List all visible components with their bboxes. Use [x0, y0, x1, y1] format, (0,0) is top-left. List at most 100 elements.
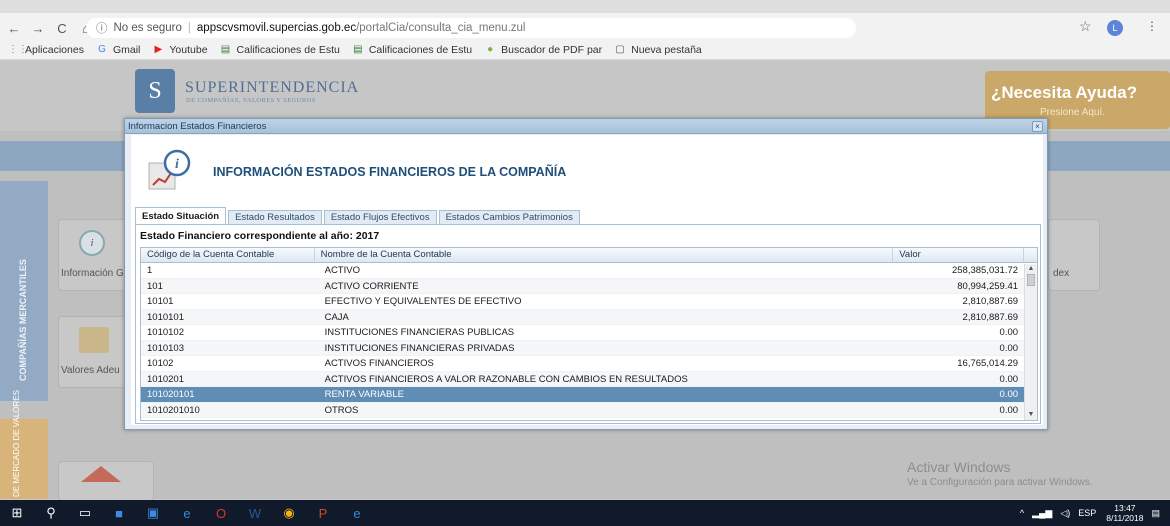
table-row[interactable]: 10102 ACTIVOS FINANCIEROS 16,765,014.29	[141, 356, 1037, 372]
cell-value: 2,810,887.69	[962, 296, 1019, 307]
bookmark-item[interactable]: ▢ Nueva pestaña	[614, 44, 701, 56]
opera-icon[interactable]: O	[204, 500, 238, 526]
dialog-title: Informacion Estados Financieros	[128, 121, 267, 132]
logo-icon[interactable]: S	[135, 69, 175, 113]
chrome-icon[interactable]: ◉	[272, 500, 306, 526]
scroll-down-icon[interactable]: ▼	[1025, 410, 1037, 420]
sidebar-tab-mercado[interactable]: DE MERCADO DE VALORES	[0, 390, 48, 499]
powerpoint-icon[interactable]: P	[306, 500, 340, 526]
bookmark-item[interactable]: ▤ Calificaciones de Estu	[220, 44, 340, 56]
bookmark-label: Calificaciones de Estu	[236, 43, 340, 56]
table-row[interactable]: 10101 EFECTIVO Y EQUIVALENTES DE EFECTIVO…	[141, 294, 1037, 310]
forward-icon[interactable]: →	[28, 18, 48, 38]
bookmark-item[interactable]: ⋮⋮ Aplicaciones	[8, 44, 84, 56]
cell-code: 101	[147, 280, 163, 292]
table-row[interactable]: 1010201010 OTROS 0.00	[141, 402, 1037, 418]
grid-header: Código de la Cuenta Contable Nombre de l…	[141, 248, 1037, 263]
cell-value: 0.00	[999, 342, 1019, 354]
clock-time: 13:47	[1114, 503, 1136, 513]
edge-icon[interactable]: e	[170, 500, 204, 526]
tab-panel: Estado Financiero correspondiente al año…	[135, 224, 1041, 424]
cell-name: INSTITUCIONES FINANCIERAS PRIVADAS	[324, 342, 515, 354]
tray-arrow-icon[interactable]: ^	[1020, 508, 1024, 518]
svg-text:i: i	[175, 157, 179, 172]
table-row[interactable]: 101020101 RENTA VARIABLE 0.00	[141, 387, 1037, 403]
clock-date: 8/11/2018	[1106, 513, 1144, 523]
close-icon[interactable]: ×	[1032, 121, 1043, 132]
clock[interactable]: 13:47 8/11/2018	[1106, 503, 1143, 523]
table-row[interactable]: 1010103 INSTITUCIONES FINANCIERAS PRIVADA…	[141, 340, 1037, 356]
cell-code: 101020101	[147, 389, 195, 400]
card1-label: Información G	[61, 268, 124, 279]
table-row[interactable]: 1010101 CAJA 2,810,887.69	[141, 309, 1037, 325]
cell-code: 1010101	[147, 311, 184, 323]
cell-value: 16,765,014.29	[957, 358, 1019, 369]
tab-estado-flujos-efectivos[interactable]: Estado Flujos Efectivos	[323, 210, 437, 225]
apps-grid-icon: ⋮⋮	[8, 43, 28, 55]
back-icon[interactable]: ←	[4, 18, 24, 38]
cell-name: RENTA VARIABLE	[324, 389, 404, 400]
cell-name: OTROS	[324, 404, 359, 416]
browser-menu-icon[interactable]: ⋮	[1146, 19, 1158, 33]
bookmark-item[interactable]: ▤ Calificaciones de Estu	[352, 44, 472, 56]
cell-value: 0.00	[999, 389, 1019, 400]
address-bar[interactable]: ⓘ No es seguro | appscvsmovil.supercias.…	[86, 18, 856, 38]
table-row[interactable]: 1 ACTIVO 258,385,031.72	[141, 263, 1037, 279]
column-header-name[interactable]: Nombre de la Cuenta Contable	[315, 248, 894, 262]
site-icon: ▤	[353, 43, 363, 55]
profile-avatar[interactable]: L	[1107, 20, 1123, 36]
bookmark-star-icon[interactable]: ☆	[1079, 18, 1092, 35]
store-icon[interactable]: ▣	[136, 500, 170, 526]
ie-icon[interactable]: e	[340, 500, 374, 526]
column-header-value[interactable]: Valor	[893, 248, 1025, 262]
table-row[interactable]: 101 ACTIVO CORRIENTE 80,994,259.41	[141, 278, 1037, 294]
windows-activation-notice: Activar Windows Ve a Configuración para …	[907, 459, 1093, 488]
dialog-heading: INFORMACIÓN ESTADOS FINANCIEROS DE LA CO…	[213, 165, 567, 179]
task-view-icon[interactable]: ▭	[68, 500, 102, 526]
url-separator: |	[187, 22, 191, 34]
cell-name: INSTITUCIONES FINANCIERAS PUBLICAS	[324, 327, 515, 338]
bookmark-item[interactable]: ● Buscador de PDF par	[484, 44, 602, 56]
file-explorer-icon[interactable]: ■	[102, 500, 136, 526]
bookmark-item[interactable]: G Gmail	[96, 44, 140, 56]
bookmark-item[interactable]: ▶ Youtube	[152, 43, 208, 56]
reload-icon[interactable]: C	[52, 18, 72, 38]
youtube-icon: ▶	[154, 43, 163, 55]
card-index[interactable]: dex	[1048, 219, 1100, 291]
network-icon[interactable]: ▂▄▆	[1032, 508, 1052, 519]
card-home[interactable]	[58, 461, 154, 501]
cell-code: 1010201	[147, 373, 184, 385]
cell-code: 1	[147, 265, 153, 276]
activate-title: Activar Windows	[907, 459, 1011, 475]
windows-taskbar: ⊞ ⚲ ▭ ■ ▣ e O W ◉ P e ^ ▂▄▆ ◁) ESP 13:47…	[0, 500, 1170, 526]
bookmark-label: Youtube	[169, 43, 208, 56]
dialog-titlebar[interactable]: Informacion Estados Financieros ×	[125, 119, 1047, 134]
site-icon: ▤	[220, 43, 231, 55]
financial-info-dialog: Informacion Estados Financieros × i INFO…	[124, 118, 1048, 430]
cell-name: ACTIVOS FINANCIEROS	[324, 358, 434, 369]
sidebar-tab-companias[interactable]: COMPAÑÍAS MERCANTILES	[0, 181, 48, 401]
table-row[interactable]: 1010201 ACTIVOS FINANCIEROS A VALOR RAZON…	[141, 371, 1037, 387]
cell-name: EFECTIVO Y EQUIVALENTES DE EFECTIVO	[324, 296, 522, 307]
url-path: /portalCia/consulta_cia_menu.zul	[356, 22, 526, 34]
notification-icon[interactable]: ▤	[1151, 508, 1160, 519]
scroll-up-icon[interactable]: ▲	[1025, 264, 1037, 274]
bookmark-label: Aplicaciones	[25, 43, 84, 56]
language-indicator[interactable]: ESP	[1078, 508, 1096, 518]
volume-icon[interactable]: ◁)	[1060, 508, 1070, 519]
scroll-thumb[interactable]	[1027, 274, 1035, 286]
tab-estados-cambios-patrimonios[interactable]: Estados Cambios Patrimonios	[438, 210, 580, 225]
logo-subtitle: DE COMPAÑÍAS, VALORES Y SEGUROS	[186, 97, 316, 104]
table-row[interactable]: 1010102 INSTITUCIONES FINANCIERAS PUBLICA…	[141, 325, 1037, 341]
search-icon[interactable]: ⚲	[34, 500, 68, 526]
info-icon[interactable]: ⓘ	[96, 20, 108, 36]
word-icon[interactable]: W	[238, 500, 272, 526]
address-toolbar: ← → C ⌂ ⓘ No es seguro | appscvsmovil.su…	[0, 16, 1170, 40]
tab-estado-resultados[interactable]: Estado Resultados	[228, 210, 322, 225]
windows-start-icon[interactable]: ⊞	[0, 500, 34, 526]
bookmark-label: Gmail	[112, 43, 141, 56]
tab-estado-situaci-n[interactable]: Estado Situación	[135, 207, 227, 225]
grid-scrollbar[interactable]: ▲ ▼	[1024, 264, 1037, 420]
column-header-code[interactable]: Código de la Cuenta Contable	[141, 248, 315, 262]
card3-label: dex	[1053, 268, 1070, 279]
